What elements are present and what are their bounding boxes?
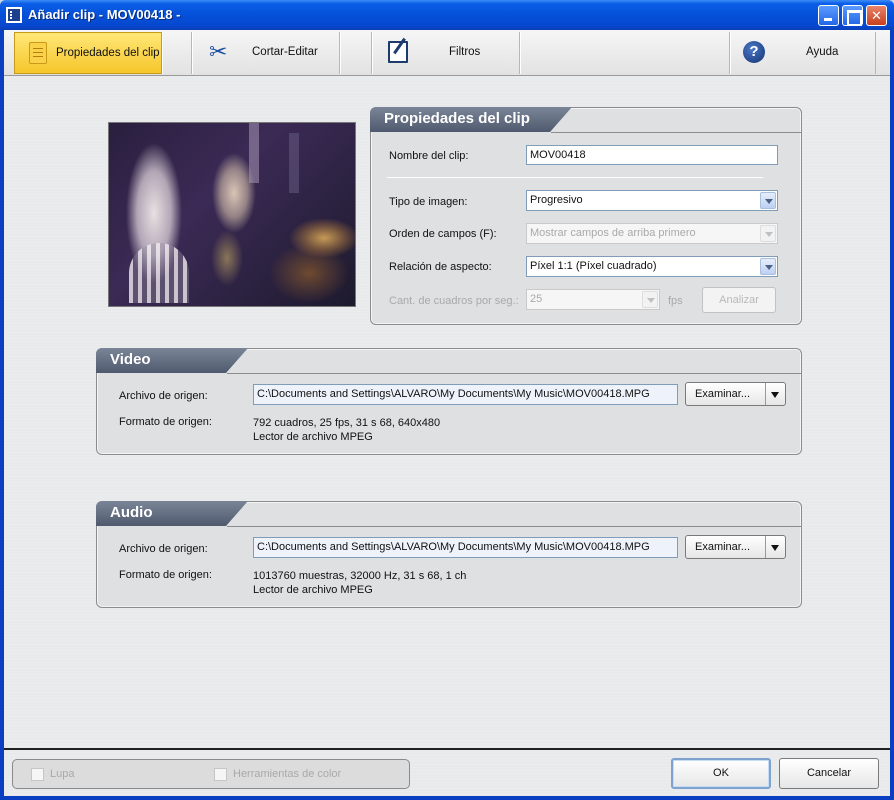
toolbar-spacer bbox=[520, 32, 730, 74]
dialog-body: Propiedades del clip ✂ Cortar-Editar Fil… bbox=[4, 30, 890, 796]
image-type-label: Tipo de imagen: bbox=[389, 196, 468, 208]
clip-name-input[interactable] bbox=[526, 145, 778, 165]
clip-properties-panel: Propiedades del clip Nombre del clip: Ti… bbox=[370, 107, 802, 325]
field-order-select[interactable]: Mostrar campos de arriba primero bbox=[526, 223, 778, 244]
add-clip-window: Añadir clip - MOV00418 - ✕ Propiedades d… bbox=[0, 0, 894, 800]
tab-filters[interactable]: Filtros bbox=[372, 32, 520, 74]
video-panel-title: Video bbox=[96, 348, 248, 373]
tab-clip-properties[interactable]: Propiedades del clip bbox=[14, 32, 162, 74]
view-options-group: Lupa Herramientas de color bbox=[12, 759, 410, 789]
chevron-down-icon[interactable] bbox=[765, 383, 785, 405]
tab-cut-edit[interactable]: ✂ Cortar-Editar bbox=[192, 32, 340, 74]
clip-name-label: Nombre del clip: bbox=[389, 150, 469, 162]
video-format-reader: Lector de archivo MPEG bbox=[253, 431, 373, 443]
filter-edit-icon bbox=[388, 41, 408, 63]
help-label: Ayuda bbox=[806, 46, 839, 58]
audio-format-label: Formato de origen: bbox=[119, 569, 212, 581]
panel-divider bbox=[227, 526, 802, 527]
toolbar-spacer bbox=[162, 32, 192, 74]
audio-source-label: Archivo de origen: bbox=[119, 543, 208, 555]
chevron-down-icon bbox=[642, 291, 658, 308]
minimize-button[interactable] bbox=[818, 5, 839, 26]
clip-properties-panel-title: Propiedades del clip bbox=[370, 107, 572, 132]
chevron-down-icon bbox=[760, 192, 776, 209]
frame-rate-label: Cant. de cuadros por seg.: bbox=[389, 295, 519, 307]
tab-filters-label: Filtros bbox=[449, 46, 481, 58]
color-tools-label: Herramientas de color bbox=[233, 768, 342, 780]
ok-button[interactable]: OK bbox=[671, 758, 771, 789]
chevron-down-icon bbox=[760, 258, 776, 275]
panel-divider bbox=[227, 373, 802, 374]
panel-divider bbox=[551, 132, 802, 133]
toolbar: Propiedades del clip ✂ Cortar-Editar Fil… bbox=[4, 30, 890, 76]
tab-cut-edit-label: Cortar-Editar bbox=[252, 46, 318, 58]
chevron-down-icon bbox=[760, 225, 776, 242]
video-panel: Video Archivo de origen: C:\Documents an… bbox=[96, 348, 802, 455]
document-icon bbox=[29, 42, 47, 64]
audio-format-reader: Lector de archivo MPEG bbox=[253, 584, 373, 596]
magnifier-label: Lupa bbox=[50, 768, 75, 780]
color-tools-checkbox[interactable] bbox=[214, 768, 227, 781]
audio-panel: Audio Archivo de origen: C:\Documents an… bbox=[96, 501, 802, 608]
window-title: Añadir clip - MOV00418 - bbox=[28, 7, 181, 22]
audio-browse-label: Examinar... bbox=[695, 541, 751, 553]
maximize-button[interactable] bbox=[842, 5, 863, 26]
close-button[interactable]: ✕ bbox=[866, 5, 887, 26]
fps-unit-label: fps bbox=[668, 295, 683, 307]
video-format-details: 792 cuadros, 25 fps, 31 s 68, 640x480 bbox=[253, 417, 441, 429]
toolbar-spacer bbox=[340, 32, 372, 74]
tab-clip-properties-label: Propiedades del clip bbox=[56, 47, 160, 59]
audio-browse-button[interactable]: Examinar... bbox=[685, 535, 786, 559]
audio-panel-title: Audio bbox=[96, 501, 248, 526]
video-source-path-field[interactable]: C:\Documents and Settings\ALVARO\My Docu… bbox=[253, 384, 678, 405]
audio-source-path-field[interactable]: C:\Documents and Settings\ALVARO\My Docu… bbox=[253, 537, 678, 558]
field-order-label: Orden de campos (F): bbox=[389, 228, 497, 240]
video-preview-thumbnail bbox=[108, 122, 356, 307]
video-format-label: Formato de origen: bbox=[119, 416, 212, 428]
audio-format-details: 1013760 muestras, 32000 Hz, 31 s 68, 1 c… bbox=[253, 570, 467, 582]
frame-rate-value: 25 bbox=[530, 293, 543, 305]
aspect-ratio-value: Píxel 1:1 (Píxel cuadrado) bbox=[530, 260, 657, 272]
help-button[interactable]: ? Ayuda bbox=[730, 32, 876, 74]
image-type-value: Progresivo bbox=[530, 194, 583, 206]
film-app-icon bbox=[6, 7, 22, 23]
title-bar[interactable]: Añadir clip - MOV00418 - ✕ bbox=[0, 0, 894, 30]
analyze-button[interactable]: Analizar bbox=[702, 287, 776, 313]
video-browse-label: Examinar... bbox=[695, 388, 751, 400]
footer-divider bbox=[4, 748, 890, 750]
aspect-ratio-select[interactable]: Píxel 1:1 (Píxel cuadrado) bbox=[526, 256, 778, 277]
video-source-label: Archivo de origen: bbox=[119, 390, 208, 402]
separator bbox=[387, 177, 763, 178]
frame-rate-select[interactable]: 25 bbox=[526, 289, 660, 310]
cancel-button[interactable]: Cancelar bbox=[779, 758, 879, 789]
help-icon: ? bbox=[743, 41, 765, 63]
magnifier-checkbox[interactable] bbox=[31, 768, 44, 781]
video-browse-button[interactable]: Examinar... bbox=[685, 382, 786, 406]
image-type-select[interactable]: Progresivo bbox=[526, 190, 778, 211]
field-order-value: Mostrar campos de arriba primero bbox=[530, 227, 696, 239]
aspect-ratio-label: Relación de aspecto: bbox=[389, 261, 492, 273]
scissors-icon: ✂ bbox=[209, 39, 228, 64]
chevron-down-icon[interactable] bbox=[765, 536, 785, 558]
